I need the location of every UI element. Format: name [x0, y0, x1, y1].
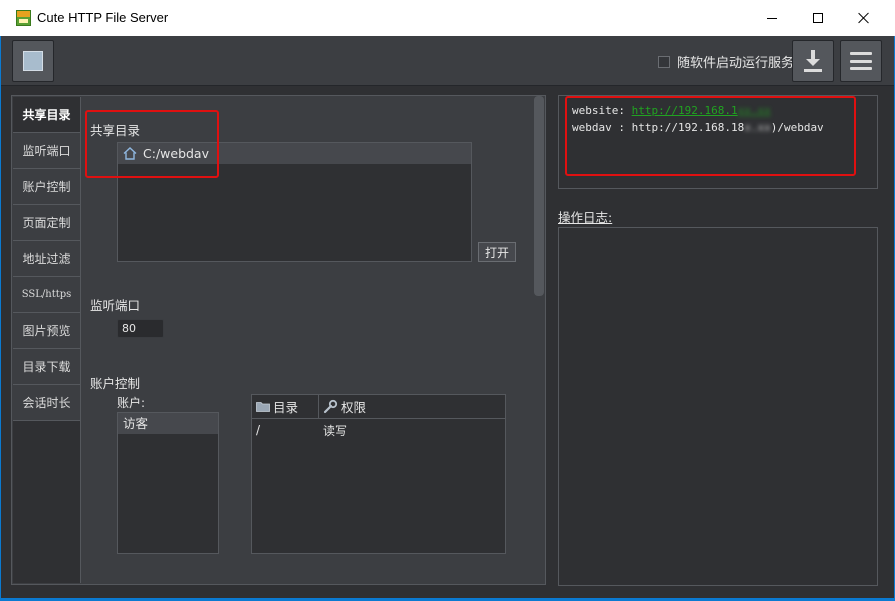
sidebar-item-session-duration[interactable]: 会话时长 — [13, 385, 80, 421]
port-input[interactable]: 80 — [117, 319, 164, 338]
sidebar-item-share-dir[interactable]: 共享目录 — [13, 97, 80, 133]
sidebar-item-dir-download[interactable]: 目录下载 — [13, 349, 80, 385]
settings-content: 共享目录 C:/webdav 打开 监听端口 80 账户控制 账户: 访客 目录… — [82, 96, 544, 584]
webdav-url-redacted: x.xx — [744, 121, 771, 134]
account-list[interactable]: 访客 — [117, 412, 219, 554]
column-header-perm-label: 权限 — [341, 400, 367, 415]
account-label: 账户: — [117, 396, 146, 410]
sidebar-item-image-preview[interactable]: 图片预览 — [13, 313, 80, 349]
column-header-dir[interactable]: 目录 — [252, 395, 319, 418]
maximize-icon — [813, 13, 823, 23]
square-icon — [23, 51, 43, 71]
operation-log-title: 操作日志: — [558, 210, 613, 225]
website-link[interactable]: http://192.168.1xx.xx — [632, 104, 771, 117]
menu-button[interactable] — [840, 40, 882, 82]
maximize-button[interactable] — [795, 0, 841, 36]
webdav-url-line: webdav : http://192.168.18x.xx)/webdav — [572, 121, 824, 134]
share-dir-list[interactable]: C:/webdav — [117, 142, 472, 262]
website-url-redacted: xx.xx — [737, 104, 771, 117]
title-bar: Cute HTTP File Server — [0, 0, 895, 36]
close-icon — [858, 12, 870, 24]
sidebar-item-address-filter[interactable]: 地址过滤 — [13, 241, 80, 277]
autostart-checkbox[interactable]: 随软件启动运行服务 — [658, 52, 794, 71]
operation-log — [558, 227, 878, 586]
website-url: http://192.168.1 — [631, 104, 738, 117]
column-header-perm[interactable]: 权限 — [319, 395, 366, 418]
scrollbar[interactable] — [534, 96, 544, 296]
sidebar-item-ssl[interactable]: SSL/https — [13, 277, 80, 313]
download-button[interactable] — [792, 40, 834, 82]
sidebar-item-listen-port[interactable]: 监听端口 — [13, 133, 80, 169]
sidebar-item-account-control[interactable]: 账户控制 — [13, 169, 80, 205]
cell-dir: / — [256, 423, 261, 437]
webdav-url-suffix: )/webdav — [770, 121, 824, 134]
webdav-label: webdav : — [572, 121, 625, 134]
wrench-icon — [323, 399, 338, 414]
window-title: Cute HTTP File Server — [37, 10, 169, 25]
permission-table-header: 目录 权限 — [252, 395, 505, 419]
minimize-button[interactable] — [749, 0, 795, 36]
column-header-dir-label: 目录 — [273, 400, 299, 415]
menu-icon — [850, 52, 872, 70]
download-icon — [803, 50, 823, 72]
app-icon — [16, 10, 31, 26]
home-icon — [123, 147, 137, 160]
sidebar-item-page-custom[interactable]: 页面定制 — [13, 205, 80, 241]
share-dir-title: 共享目录 — [90, 123, 141, 138]
server-urls-box: website: http://192.168.1xx.xx webdav : … — [558, 95, 878, 189]
table-row[interactable]: / 读写 — [252, 419, 505, 441]
listen-port-title: 监听端口 — [90, 298, 141, 313]
account-control-title: 账户控制 — [90, 376, 141, 391]
sidebar: 共享目录 监听端口 账户控制 页面定制 地址过滤 SSL/https 图片预览 … — [13, 97, 81, 583]
toolbar: 随软件启动运行服务 — [1, 36, 894, 86]
webdav-url-prefix[interactable]: http://192.168.18 — [632, 121, 745, 134]
share-dir-item[interactable]: C:/webdav — [118, 143, 471, 164]
permission-table[interactable]: 目录 权限 / 读写 — [251, 394, 506, 554]
cell-perm: 读写 — [323, 423, 348, 438]
account-item[interactable]: 访客 — [118, 413, 218, 434]
minimize-icon — [767, 17, 777, 19]
square-button[interactable] — [12, 40, 54, 82]
open-button[interactable]: 打开 — [478, 242, 516, 262]
settings-panel: 共享目录 监听端口 账户控制 页面定制 地址过滤 SSL/https 图片预览 … — [11, 95, 546, 585]
checkbox-box[interactable] — [658, 55, 670, 68]
close-button[interactable] — [841, 0, 887, 36]
share-dir-path: C:/webdav — [143, 146, 209, 161]
website-label: website: — [572, 104, 625, 117]
folder-icon — [256, 402, 270, 412]
autostart-label: 随软件启动运行服务 — [677, 56, 795, 71]
app-window: 随软件启动运行服务 共享目录 监听端口 账户控制 页面定制 地址过滤 SSL/h… — [1, 36, 894, 598]
website-url-line: website: http://192.168.1xx.xx — [572, 104, 771, 117]
